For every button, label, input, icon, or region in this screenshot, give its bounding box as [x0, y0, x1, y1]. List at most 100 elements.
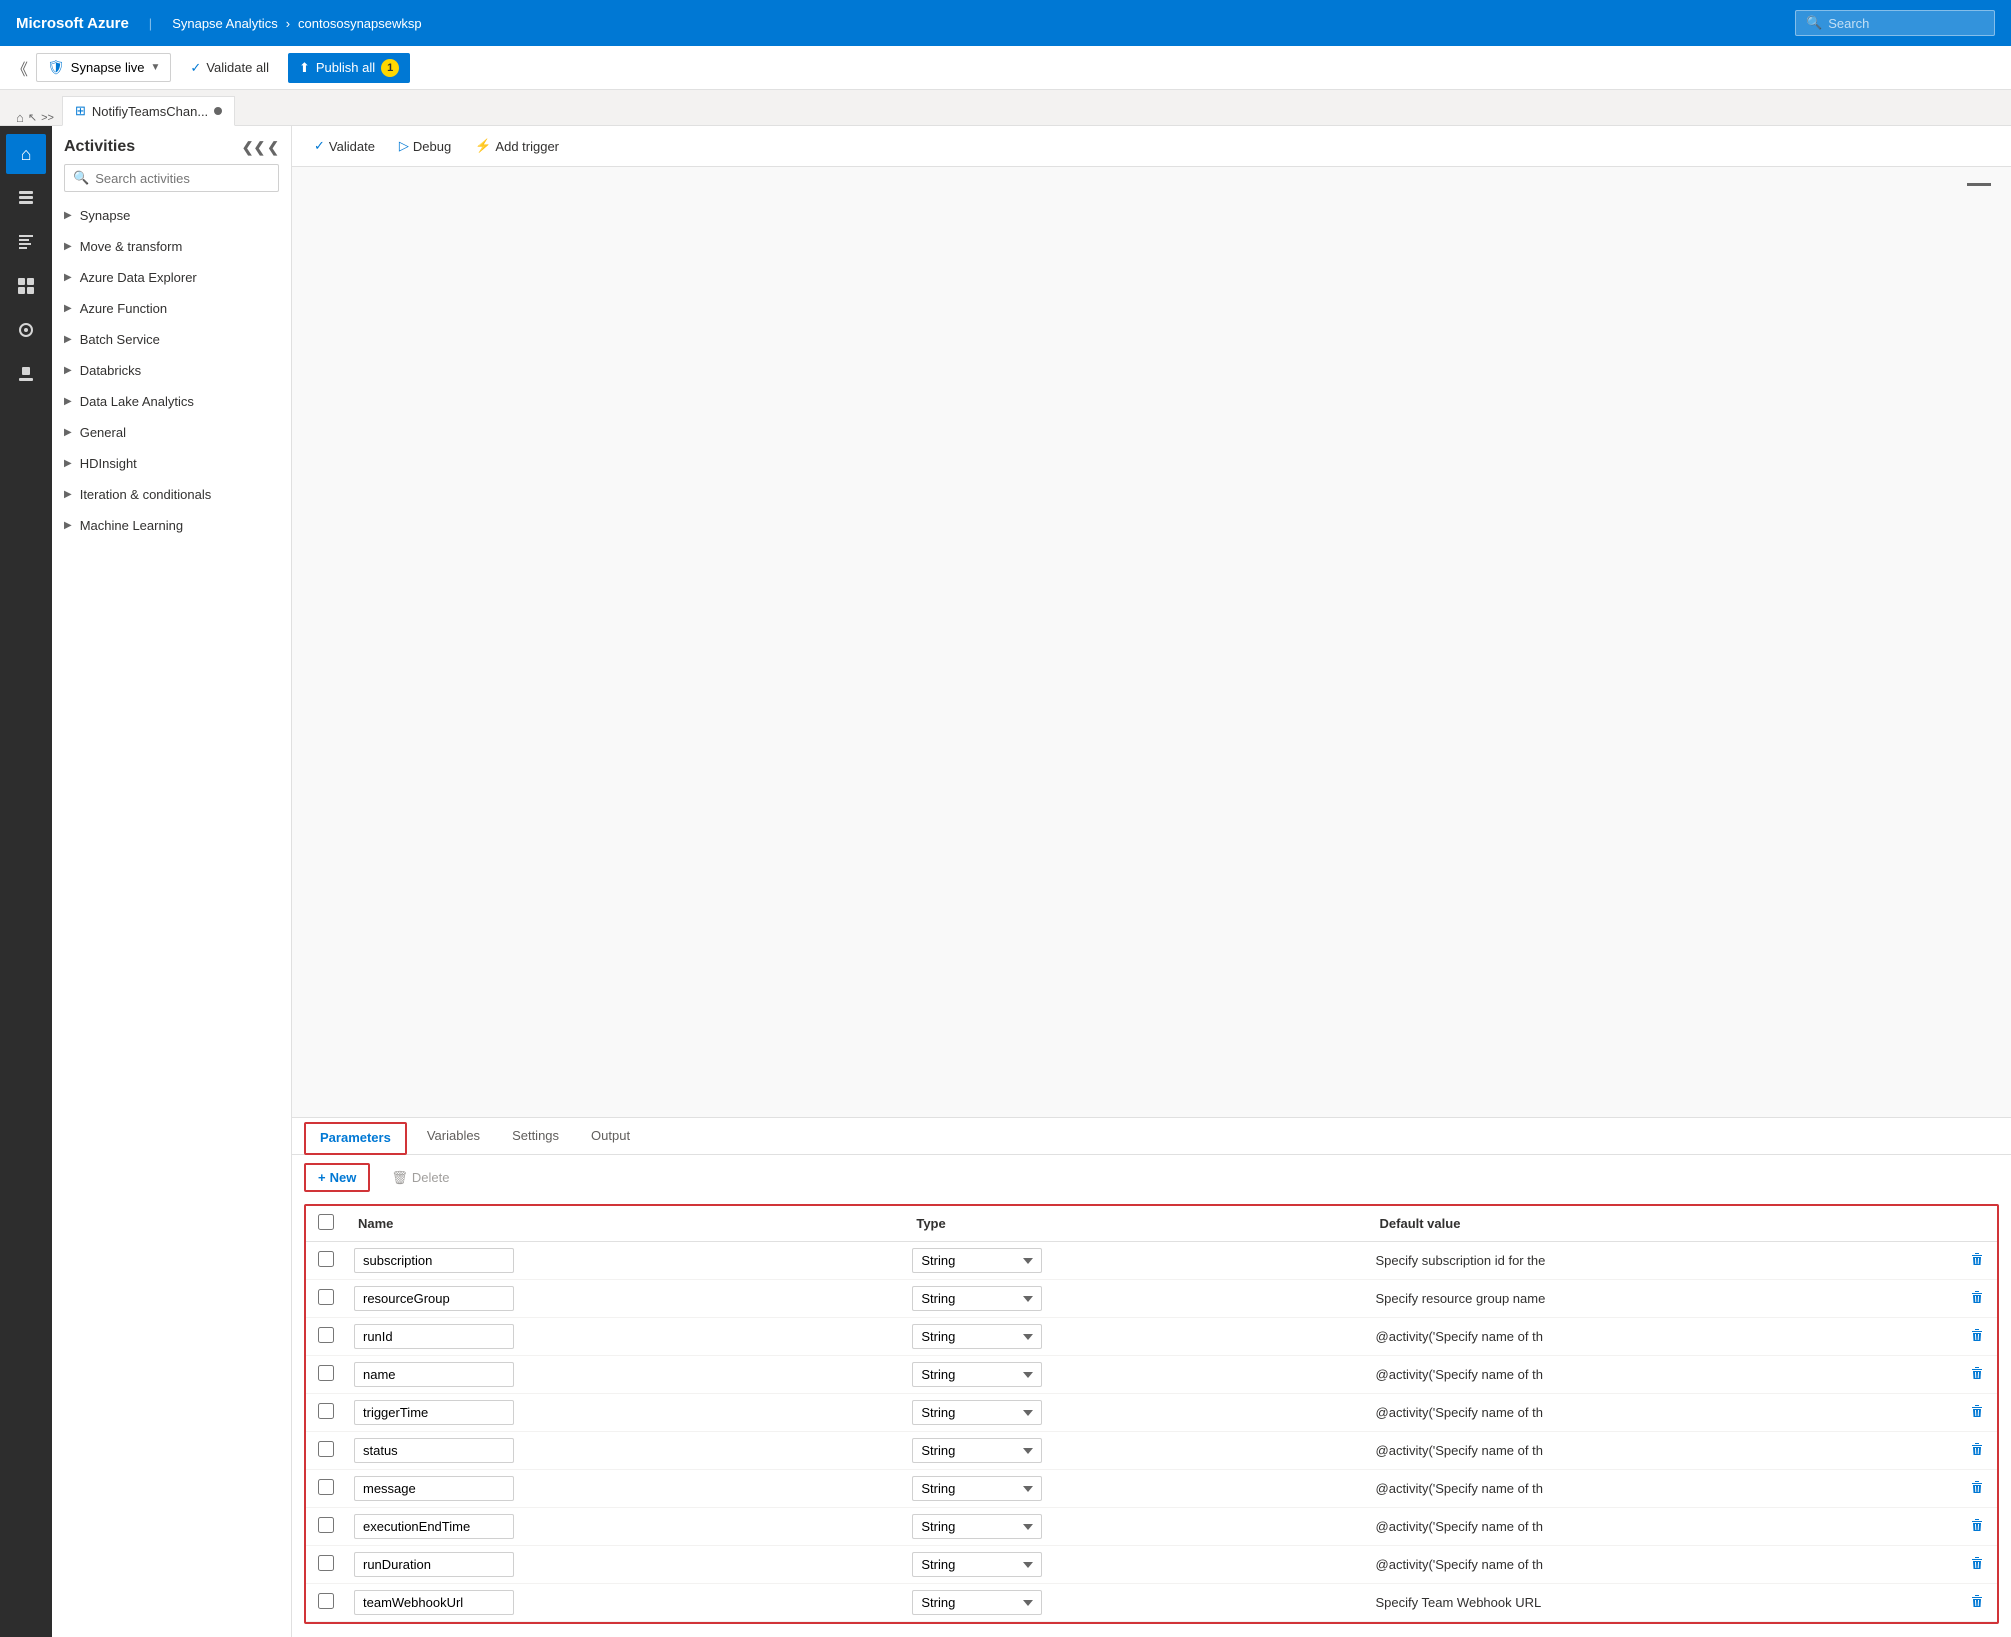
global-search[interactable]: 🔍	[1795, 10, 1995, 36]
param-name-input-5[interactable]	[354, 1438, 514, 1463]
param-type-select-5[interactable]: String Bool Int Float Array Object Secur…	[912, 1438, 1042, 1463]
row-checkbox-8[interactable]	[318, 1555, 334, 1571]
row-checkbox-1[interactable]	[318, 1289, 334, 1305]
new-parameter-button[interactable]: + New	[304, 1163, 370, 1192]
param-type-select-7[interactable]: String Bool Int Float Array Object Secur…	[912, 1514, 1042, 1539]
tab-settings[interactable]: Settings	[496, 1118, 575, 1155]
row-checkbox-9[interactable]	[318, 1593, 334, 1609]
breadcrumb-workspace[interactable]: contososynapsewksp	[298, 16, 422, 31]
params-toolbar: + New 🗑 Delete	[292, 1155, 2011, 1200]
param-type-select-9[interactable]: String Bool Int Float Array Object Secur…	[912, 1590, 1042, 1615]
param-type-select-1[interactable]: String Bool Int Float Array Object Secur…	[912, 1286, 1042, 1311]
breadcrumb-synapse[interactable]: Synapse Analytics	[172, 16, 278, 31]
activity-search-box[interactable]: 🔍	[64, 164, 279, 192]
sidebar-item-integrate[interactable]	[6, 266, 46, 306]
table-row: String Bool Int Float Array Object Secur…	[306, 1584, 1997, 1622]
row-checkbox-2[interactable]	[318, 1327, 334, 1343]
cursor-icon: ↖	[28, 111, 37, 124]
sidebar-item-monitor[interactable]	[6, 310, 46, 350]
sidebar-item-home[interactable]: ⌂	[6, 134, 46, 174]
param-type-select-4[interactable]: String Bool Int Float Array Object Secur…	[912, 1400, 1042, 1425]
add-trigger-button[interactable]: ⚡ Add trigger	[465, 134, 569, 158]
activity-group-batch-service[interactable]: ▶ Batch Service	[52, 324, 291, 355]
sidebar-item-develop[interactable]	[6, 222, 46, 262]
delete-row-button-5[interactable]	[1965, 1437, 1989, 1464]
param-type-select-6[interactable]: String Bool Int Float Array Object Secur…	[912, 1476, 1042, 1501]
delete-parameter-button[interactable]: 🗑 Delete	[378, 1164, 462, 1192]
param-type-select-8[interactable]: String Bool Int Float Array Object Secur…	[912, 1552, 1042, 1577]
activity-group-move-transform[interactable]: ▶ Move & transform	[52, 231, 291, 262]
activity-group-iteration[interactable]: ▶ Iteration & conditionals	[52, 479, 291, 510]
activity-group-synapse[interactable]: ▶ Synapse	[52, 200, 291, 231]
row-checkbox-7[interactable]	[318, 1517, 334, 1533]
minimize-button[interactable]	[1967, 183, 1991, 186]
param-name-input-3[interactable]	[354, 1362, 514, 1387]
param-name-input-9[interactable]	[354, 1590, 514, 1615]
activity-group-azure-data-explorer[interactable]: ▶ Azure Data Explorer	[52, 262, 291, 293]
activity-group-data-lake[interactable]: ▶ Data Lake Analytics	[52, 386, 291, 417]
sidebar-item-manage[interactable]	[6, 354, 46, 394]
row-checkbox-0[interactable]	[318, 1251, 334, 1267]
sidebar-item-data[interactable]	[6, 178, 46, 218]
table-row: String Bool Int Float Array Object Secur…	[306, 1432, 1997, 1470]
delete-row-button-8[interactable]	[1965, 1551, 1989, 1578]
validate-all-button[interactable]: ✓ Validate all	[179, 54, 280, 82]
row-checkbox-3[interactable]	[318, 1365, 334, 1381]
row-checkbox-5[interactable]	[318, 1441, 334, 1457]
tab-variables[interactable]: Variables	[411, 1118, 496, 1155]
chevron-right-icon: ▶	[64, 303, 72, 314]
select-all-checkbox[interactable]	[318, 1214, 334, 1230]
activity-group-hdinsight[interactable]: ▶ HDInsight	[52, 448, 291, 479]
delete-row-button-4[interactable]	[1965, 1399, 1989, 1426]
collapse-all-icon[interactable]: ❮❮	[242, 139, 265, 156]
param-name-input-0[interactable]	[354, 1248, 514, 1273]
param-name-input-7[interactable]	[354, 1514, 514, 1539]
search-input[interactable]	[1828, 16, 1984, 31]
row-checkbox-4[interactable]	[318, 1403, 334, 1419]
activity-group-azure-function[interactable]: ▶ Azure Function	[52, 293, 291, 324]
activities-header: Activities ❮❮ ❮	[52, 126, 291, 164]
pipeline-tab[interactable]: ⊞ NotifiyTeamsChan...	[62, 96, 235, 126]
activity-group-label: Databricks	[80, 363, 141, 378]
debug-button[interactable]: ▷ Debug	[389, 134, 461, 158]
synapse-live-dropdown[interactable]: 🛡 Synapse live ▼	[36, 53, 171, 82]
params-tabs: Parameters Variables Settings Output	[292, 1118, 2011, 1155]
home-tab-icon[interactable]: ⌂	[16, 110, 24, 125]
tab-parameters[interactable]: Parameters	[304, 1122, 407, 1155]
table-row: String Bool Int Float Array Object Secur…	[306, 1546, 1997, 1584]
delete-row-button-9[interactable]	[1965, 1589, 1989, 1616]
param-name-input-6[interactable]	[354, 1476, 514, 1501]
delete-row-button-3[interactable]	[1965, 1361, 1989, 1388]
validate-button[interactable]: ✓ Validate	[304, 134, 385, 158]
param-default-value-5: @activity('Specify name of th	[1376, 1443, 1543, 1458]
activity-group-label: Machine Learning	[80, 518, 183, 533]
delete-row-button-6[interactable]	[1965, 1475, 1989, 1502]
param-name-input-2[interactable]	[354, 1324, 514, 1349]
expand-panel-icon[interactable]: ❮	[267, 139, 279, 156]
search-activities-input[interactable]	[95, 171, 270, 186]
collapse-left-icon[interactable]: 《	[12, 56, 28, 80]
row-checkbox-6[interactable]	[318, 1479, 334, 1495]
delete-row-button-2[interactable]	[1965, 1323, 1989, 1350]
expand-icon[interactable]: >>	[41, 112, 54, 124]
param-default-value-1: Specify resource group name	[1376, 1291, 1546, 1306]
top-bar-separator: |	[149, 16, 152, 31]
activity-group-databricks[interactable]: ▶ Databricks	[52, 355, 291, 386]
collapse-icons: ❮❮ ❮	[242, 139, 279, 156]
param-name-input-4[interactable]	[354, 1400, 514, 1425]
param-name-input-1[interactable]	[354, 1286, 514, 1311]
delete-row-button-7[interactable]	[1965, 1513, 1989, 1540]
tab-output[interactable]: Output	[575, 1118, 646, 1155]
param-name-input-8[interactable]	[354, 1552, 514, 1577]
activity-group-general[interactable]: ▶ General	[52, 417, 291, 448]
param-type-select-3[interactable]: String Bool Int Float Array Object Secur…	[912, 1362, 1042, 1387]
delete-row-button-0[interactable]	[1965, 1247, 1989, 1274]
delete-row-button-1[interactable]	[1965, 1285, 1989, 1312]
col-header-type: Type	[904, 1206, 1367, 1242]
param-type-select-0[interactable]: String Bool Int Float Array Object Secur…	[912, 1248, 1042, 1273]
activity-group-machine-learning[interactable]: ▶ Machine Learning	[52, 510, 291, 541]
publish-all-button[interactable]: ⬆ Publish all 1	[288, 53, 410, 83]
activity-group-label: HDInsight	[80, 456, 137, 471]
table-row: String Bool Int Float Array Object Secur…	[306, 1470, 1997, 1508]
param-type-select-2[interactable]: String Bool Int Float Array Object Secur…	[912, 1324, 1042, 1349]
